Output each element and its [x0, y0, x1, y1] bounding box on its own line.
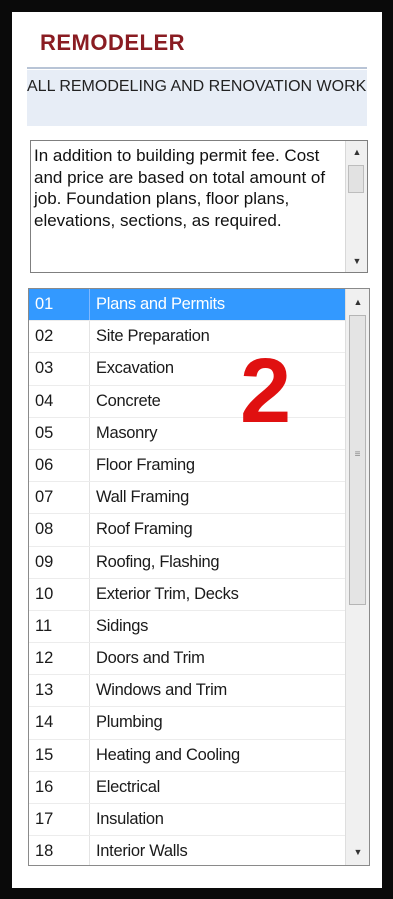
description-text: In addition to building permit fee. Cost… — [34, 146, 326, 230]
window-frame: REMODELER ALL REMODELING AND RENOVATION … — [0, 0, 393, 899]
list-item[interactable]: 09 Roofing, Flashing — [29, 546, 345, 579]
list-item[interactable]: 07 Wall Framing — [29, 482, 345, 515]
list-scroll-thumb[interactable]: ≡ — [349, 315, 366, 605]
column-separator — [89, 321, 90, 353]
column-separator — [89, 675, 90, 707]
description-textbox[interactable]: In addition to building permit fee. Cost… — [30, 140, 368, 273]
list-item-label: Insulation — [96, 810, 164, 828]
list-item[interactable]: 03 Excavation — [29, 353, 345, 386]
list-item[interactable]: 06 Floor Framing — [29, 449, 345, 483]
page-title: REMODELER — [40, 30, 186, 55]
column-separator — [89, 449, 90, 482]
list-item[interactable]: 15 Heating and Cooling — [29, 739, 345, 772]
list-item-number: 03 — [35, 359, 54, 378]
scroll-down-arrow-icon[interactable]: ▼ — [346, 252, 367, 270]
list-item-number: 05 — [35, 423, 54, 442]
column-separator — [89, 739, 90, 771]
column-separator — [89, 353, 90, 385]
list-item-number: 04 — [35, 391, 54, 410]
list-item-label: Wall Framing — [96, 488, 189, 507]
list-item-label: Exterior Trim, Decks — [96, 584, 239, 603]
list-item-number: 16 — [35, 777, 54, 796]
list-item-label: Plans and Permits — [96, 295, 225, 313]
list-item[interactable]: 17 Insulation — [29, 804, 345, 837]
list-item-number: 13 — [35, 681, 54, 700]
column-separator — [89, 514, 90, 546]
list-item[interactable]: 16 Electrical — [29, 771, 345, 804]
scroll-up-arrow-icon[interactable]: ▲ — [346, 143, 367, 161]
list-item-label: Site Preparation — [96, 327, 210, 346]
list-item-number: 12 — [35, 649, 54, 668]
category-label: ALL REMODELING AND RENOVATION WORK — [27, 70, 367, 126]
list-item-label: Interior Walls — [96, 842, 188, 861]
list-item[interactable]: 11 Sidings — [29, 610, 345, 644]
list-item-number: 11 — [35, 616, 53, 635]
list-item-number: 18 — [35, 842, 54, 861]
column-separator — [89, 771, 90, 803]
list-item[interactable]: 01 Plans and Permits — [29, 289, 345, 322]
list-scrollbar[interactable]: ▲ ≡ ▼ — [345, 289, 369, 865]
list-item[interactable]: 14 Plumbing — [29, 707, 345, 740]
list-item-number: 10 — [35, 584, 54, 603]
title-divider — [27, 67, 367, 69]
list-item-number: 07 — [35, 488, 54, 507]
list-item[interactable]: 18 Interior Walls — [29, 836, 345, 865]
list-item-label: Masonry — [96, 423, 158, 442]
list-item-label: Floor Framing — [96, 455, 195, 474]
column-separator — [89, 836, 90, 865]
column-separator — [89, 610, 90, 643]
column-separator — [89, 289, 90, 321]
description-scrollbar[interactable]: ▲ ▼ — [345, 141, 367, 272]
column-separator — [89, 482, 90, 514]
list-item-label: Heating and Cooling — [96, 745, 240, 764]
list-item[interactable]: 13 Windows and Trim — [29, 675, 345, 708]
list-item-number: 09 — [35, 552, 54, 571]
scroll-down-arrow-icon[interactable]: ▼ — [346, 843, 369, 861]
list-item-number: 02 — [35, 327, 54, 346]
list-item-label: Plumbing — [96, 713, 163, 732]
description-scroll-thumb[interactable] — [348, 165, 364, 193]
list-item[interactable]: 08 Roof Framing — [29, 514, 345, 547]
column-separator — [89, 546, 90, 578]
annotation-number: 2 — [240, 340, 292, 442]
list-item-label: Sidings — [96, 616, 149, 635]
column-separator — [89, 643, 90, 675]
column-separator — [89, 707, 90, 739]
list-item[interactable]: 04 Concrete — [29, 385, 345, 418]
list-item-number: 06 — [35, 455, 54, 474]
list-rows: 01 Plans and Permits 02 Site Preparation 03 E… — [29, 289, 345, 865]
list-item-label: Concrete — [96, 391, 161, 410]
list-item-number: 08 — [35, 520, 54, 539]
list-item[interactable]: 02 Site Preparation — [29, 321, 345, 354]
list-item-label: Doors and Trim — [96, 649, 205, 668]
list-item-label: Excavation — [96, 359, 174, 378]
list-item[interactable]: 05 Masonry — [29, 417, 345, 450]
list-item-number: 15 — [35, 745, 54, 764]
column-separator — [89, 385, 90, 417]
scroll-up-arrow-icon[interactable]: ▲ — [346, 293, 369, 311]
work-category-list[interactable]: 01 Plans and Permits 02 Site Preparation 03 E… — [28, 288, 370, 866]
column-separator — [89, 804, 90, 836]
list-item-number: 14 — [35, 713, 54, 732]
scrollbar-grip-icon: ≡ — [354, 449, 361, 460]
column-separator — [89, 417, 90, 449]
list-item-label: Roof Framing — [96, 520, 193, 539]
list-item[interactable]: 12 Doors and Trim — [29, 643, 345, 676]
list-item-label: Electrical — [96, 777, 160, 796]
list-item-number: 01 — [35, 295, 54, 313]
list-item-label: Windows and Trim — [96, 681, 227, 700]
list-item-label: Roofing, Flashing — [96, 552, 220, 571]
column-separator — [89, 578, 90, 610]
list-item-number: 17 — [35, 810, 54, 828]
list-item[interactable]: 10 Exterior Trim, Decks — [29, 578, 345, 611]
